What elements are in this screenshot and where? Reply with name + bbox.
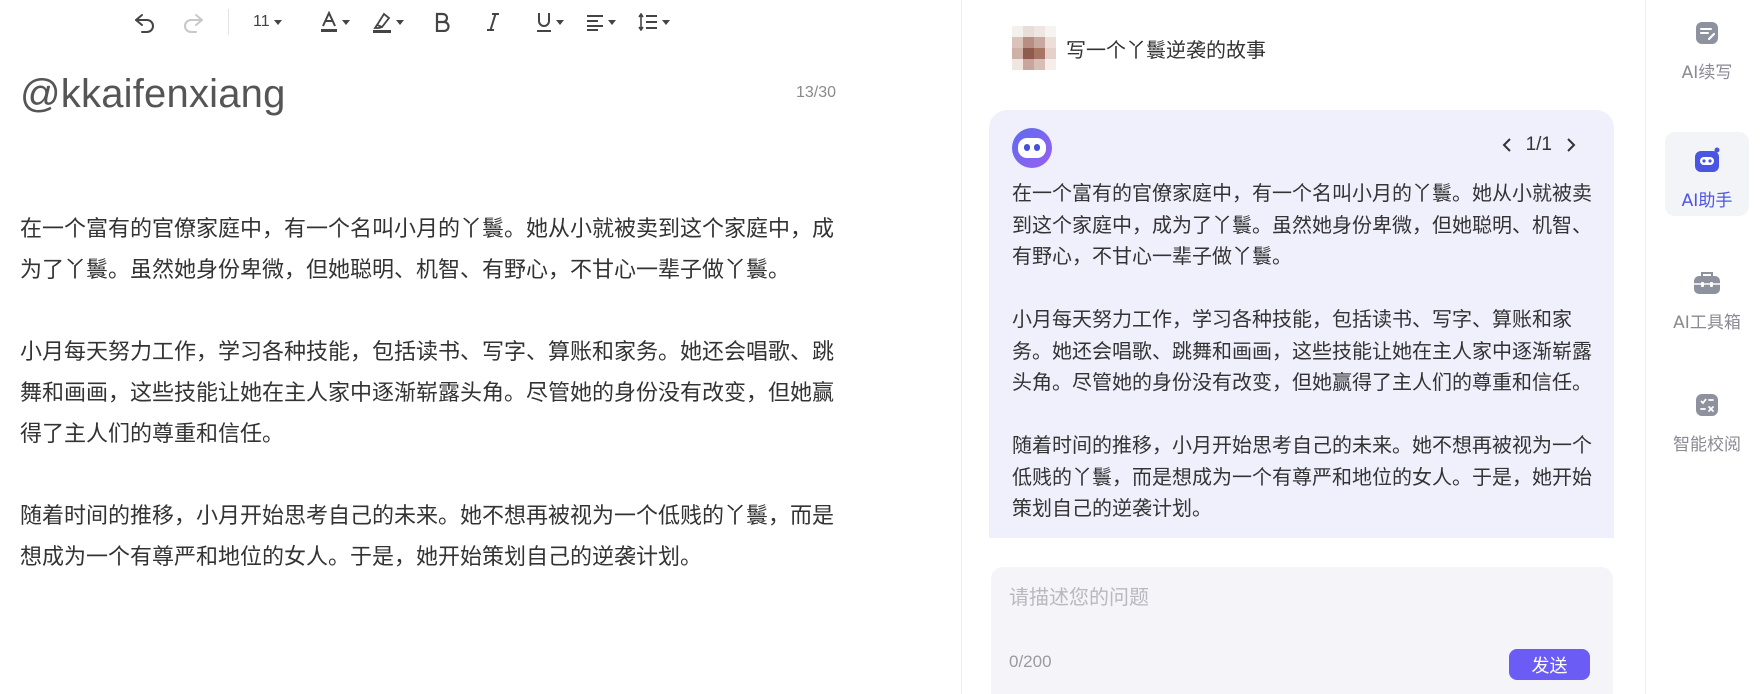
ai-continue-write-icon — [1692, 18, 1722, 48]
chevron-down-icon — [273, 19, 282, 25]
italic-button[interactable] — [486, 6, 500, 38]
answer-pager: 1/1 — [1496, 134, 1582, 156]
highlight-icon — [372, 12, 391, 33]
avatar — [1012, 26, 1056, 70]
align-icon — [586, 15, 603, 31]
answer-text: 在一个富有的官僚家庭中，有一个名叫小月的丫鬟。她从小就被卖到这个家庭中，成为了丫… — [1012, 178, 1597, 538]
line-spacing-dropdown[interactable] — [637, 6, 670, 38]
ai-assistant-robot-icon — [1692, 146, 1722, 176]
input-char-count: 0/200 — [1009, 652, 1052, 671]
document-title[interactable]: @kkaifenxiang — [20, 72, 286, 117]
document-paragraph[interactable]: 小月每天努力工作，学习各种技能，包括读书、写字、算账和家务。她还会唱歌、跳舞和画… — [20, 332, 840, 455]
chevron-down-icon — [395, 19, 404, 25]
document-editor: 11 @kkaifenxiang 13/30 在一个富有的官僚家庭中，有一个名叫… — [0, 0, 960, 694]
font-size-value: 11 — [253, 13, 270, 30]
question-input-box: 0/200 发送 — [991, 567, 1613, 694]
font-color-icon — [320, 11, 337, 32]
italic-icon — [486, 13, 499, 31]
nav-label: AI续写 — [1681, 63, 1733, 83]
font-color-dropdown[interactable] — [320, 6, 350, 38]
chevron-down-icon — [607, 19, 616, 25]
undo-icon — [135, 14, 154, 33]
font-size-dropdown[interactable]: 11 — [253, 6, 282, 38]
answer-card: 1/1 在一个富有的官僚家庭中，有一个名叫小月的丫鬟。她从小就被卖到这个家庭中，… — [989, 110, 1614, 538]
chevron-down-icon — [661, 19, 670, 25]
nav-item-ai-assistant[interactable]: AI助手 — [1665, 132, 1749, 216]
chevron-down-icon — [341, 19, 350, 25]
smart-proofread-icon — [1692, 390, 1722, 420]
side-nav: AI续写 AI助手 AI工具箱 智能校阅 — [1645, 0, 1761, 694]
redo-button[interactable] — [178, 6, 208, 38]
redo-icon — [184, 14, 203, 33]
align-dropdown[interactable] — [586, 6, 616, 38]
document-paragraph[interactable]: 随着时间的推移，小月开始思考自己的未来。她不想再被视为一个低贱的丫鬟，而是想成为… — [20, 496, 840, 578]
send-button[interactable]: 发送 — [1509, 649, 1590, 680]
formatting-toolbar: 11 — [130, 6, 670, 38]
nav-label: 智能校阅 — [1673, 435, 1741, 455]
chevron-right-icon — [1567, 138, 1576, 152]
answer-paragraph: 小月每天努力工作，学习各种技能，包括读书、写字、算账和家务。她还会唱歌、跳舞和画… — [1012, 307, 1592, 394]
prev-page-button[interactable] — [1496, 134, 1518, 156]
chevron-down-icon — [555, 19, 564, 25]
chevron-left-icon — [1502, 138, 1511, 152]
nav-label: AI工具箱 — [1673, 313, 1741, 333]
ai-assistant-panel: 写一个丫鬟逆袭的故事 1/1 在一个富有的官僚家庭中，有一个名叫小月的丫鬟。她从… — [961, 0, 1645, 694]
underline-icon — [536, 13, 551, 32]
robot-avatar-icon — [1012, 128, 1052, 168]
highlight-dropdown[interactable] — [372, 6, 404, 38]
question-text: 写一个丫鬟逆袭的故事 — [1066, 37, 1266, 62]
title-char-count: 13/30 — [796, 84, 837, 101]
bold-button[interactable] — [434, 6, 450, 38]
ai-toolbox-icon — [1692, 268, 1722, 298]
nav-item-smart-proofread[interactable]: 智能校阅 — [1665, 376, 1749, 460]
page-indicator: 1/1 — [1525, 134, 1552, 155]
document-paragraph[interactable]: 在一个富有的官僚家庭中，有一个名叫小月的丫鬟。她从小就被卖到这个家庭中，成为了丫… — [20, 209, 840, 291]
line-spacing-icon — [637, 13, 657, 31]
answer-paragraph: 在一个富有的官僚家庭中，有一个名叫小月的丫鬟。她从小就被卖到这个家庭中，成为了丫… — [1012, 181, 1592, 268]
nav-item-ai-toolbox[interactable]: AI工具箱 — [1665, 254, 1749, 338]
document-body[interactable]: 在一个富有的官僚家庭中，有一个名叫小月的丫鬟。她从小就被卖到这个家庭中，成为了丫… — [20, 209, 840, 619]
toolbar-divider — [228, 9, 229, 35]
underline-dropdown[interactable] — [536, 6, 564, 38]
next-page-button[interactable] — [1560, 134, 1582, 156]
nav-label: AI助手 — [1681, 191, 1733, 211]
answer-paragraph: 随着时间的推移，小月开始思考自己的未来。她不想再被视为一个低贱的丫鬟，而是想成为… — [1012, 433, 1592, 520]
bold-icon — [435, 12, 450, 32]
nav-item-ai-continue-write[interactable]: AI续写 — [1665, 4, 1749, 88]
user-question: 写一个丫鬟逆袭的故事 — [1012, 26, 1266, 70]
undo-button[interactable] — [130, 6, 160, 38]
question-input[interactable] — [1009, 581, 1589, 641]
